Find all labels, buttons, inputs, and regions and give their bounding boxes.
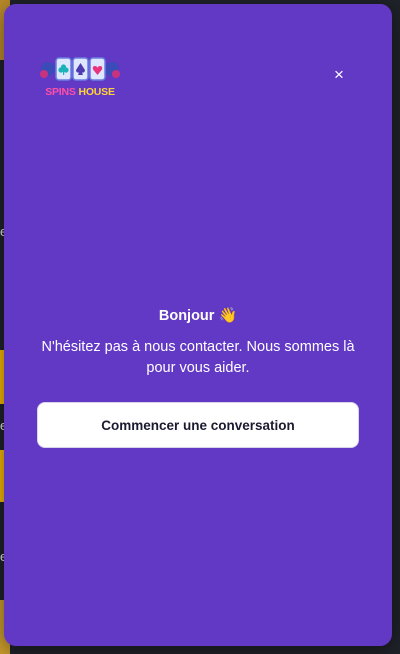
logo-word-spins: SPINS: [45, 86, 76, 98]
spins-house-logo: SPINS HOUSE: [38, 54, 122, 102]
logo-wordmark: SPINS HOUSE: [38, 86, 122, 98]
greeting-heading: Bonjour 👋: [4, 306, 392, 324]
slot-machine-logo-icon: [40, 57, 120, 81]
logo-word-house: HOUSE: [78, 86, 115, 98]
close-icon[interactable]: ×: [330, 66, 348, 84]
chat-widget-panel: SPINS HOUSE × Bonjour 👋 N'hésitez pas à n…: [4, 4, 392, 646]
wave-icon: 👋: [218, 307, 238, 324]
greeting-text: Bonjour: [158, 308, 215, 324]
start-conversation-button[interactable]: Commencer une conversation: [37, 402, 359, 448]
welcome-message: N'hésitez pas à nous contacter. Nous som…: [41, 339, 355, 376]
